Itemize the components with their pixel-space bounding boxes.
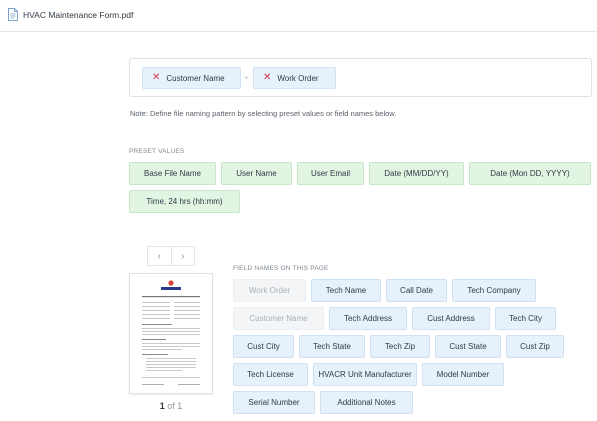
pattern-separator: - — [245, 73, 248, 82]
remove-icon[interactable]: ✕ — [263, 73, 271, 83]
field-cust-address-button[interactable]: Cust Address — [412, 307, 490, 330]
form-page-preview — [142, 280, 200, 385]
preset-date-mmddyy-button[interactable]: Date (MM/DD/YY) — [369, 162, 464, 185]
field-serial-number-button[interactable]: Serial Number — [233, 391, 315, 414]
field-cust-zip-button[interactable]: Cust Zip — [506, 335, 564, 358]
naming-pattern-box[interactable]: ✕ Customer Name - ✕ Work Order — [129, 58, 592, 97]
chip-label: Work Order — [277, 73, 319, 83]
current-page: 1 — [159, 401, 165, 411]
field-tech-name-button[interactable]: Tech Name — [311, 279, 381, 302]
preset-time-24hrs-button[interactable]: Time, 24 hrs (hh:mm) — [129, 190, 240, 213]
remove-icon[interactable]: ✕ — [152, 73, 160, 83]
pattern-chip-work-order[interactable]: ✕ Work Order — [253, 67, 336, 89]
field-additional-notes-button[interactable]: Additional Notes — [320, 391, 413, 414]
preset-user-email-button[interactable]: User Email — [297, 162, 364, 185]
page-pager: ‹ › — [147, 246, 195, 266]
title-bar: HVAC Maintenance Form.pdf — [0, 0, 597, 32]
chevron-left-icon[interactable]: ‹ — [148, 247, 172, 265]
chip-label: Customer Name — [166, 73, 225, 83]
pdf-file-icon — [8, 8, 18, 21]
field-model-number-button[interactable]: Model Number — [422, 363, 504, 386]
field-tech-address-button[interactable]: Tech Address — [329, 307, 407, 330]
field-tech-zip-button[interactable]: Tech Zip — [370, 335, 430, 358]
page-total: of 1 — [167, 401, 183, 411]
preset-user-name-button[interactable]: User Name — [221, 162, 292, 185]
pattern-chip-customer-name[interactable]: ✕ Customer Name — [142, 67, 241, 89]
naming-note: Note: Define file naming pattern by sele… — [130, 109, 397, 118]
field-customer-name-button: Customer Name — [233, 307, 324, 330]
chevron-right-icon[interactable]: › — [172, 247, 195, 265]
preset-date-mon-dd-yyyy-button[interactable]: Date (Mon DD, YYYY) — [469, 162, 591, 185]
field-names-label: FIELD NAMES ON THIS PAGE — [233, 265, 329, 272]
field-tech-license-button[interactable]: Tech License — [233, 363, 308, 386]
field-tech-company-button[interactable]: Tech Company — [452, 279, 536, 302]
page-thumbnail[interactable] — [129, 273, 213, 394]
field-cust-city-button[interactable]: Cust City — [233, 335, 294, 358]
field-tech-city-button[interactable]: Tech City — [495, 307, 556, 330]
field-cust-state-button[interactable]: Cust State — [435, 335, 501, 358]
field-call-date-button[interactable]: Call Date — [386, 279, 447, 302]
page-counter: 1 of 1 — [129, 401, 213, 411]
preset-values-label: PRESET VALUES — [129, 148, 185, 155]
file-name: HVAC Maintenance Form.pdf — [23, 10, 134, 20]
preset-base-file-name-button[interactable]: Base File Name — [129, 162, 216, 185]
field-hvacr-unit-manufacturer-button[interactable]: HVACR Unit Manufacturer — [313, 363, 417, 386]
field-tech-state-button[interactable]: Tech State — [299, 335, 365, 358]
field-work-order-button: Work Order — [233, 279, 306, 302]
